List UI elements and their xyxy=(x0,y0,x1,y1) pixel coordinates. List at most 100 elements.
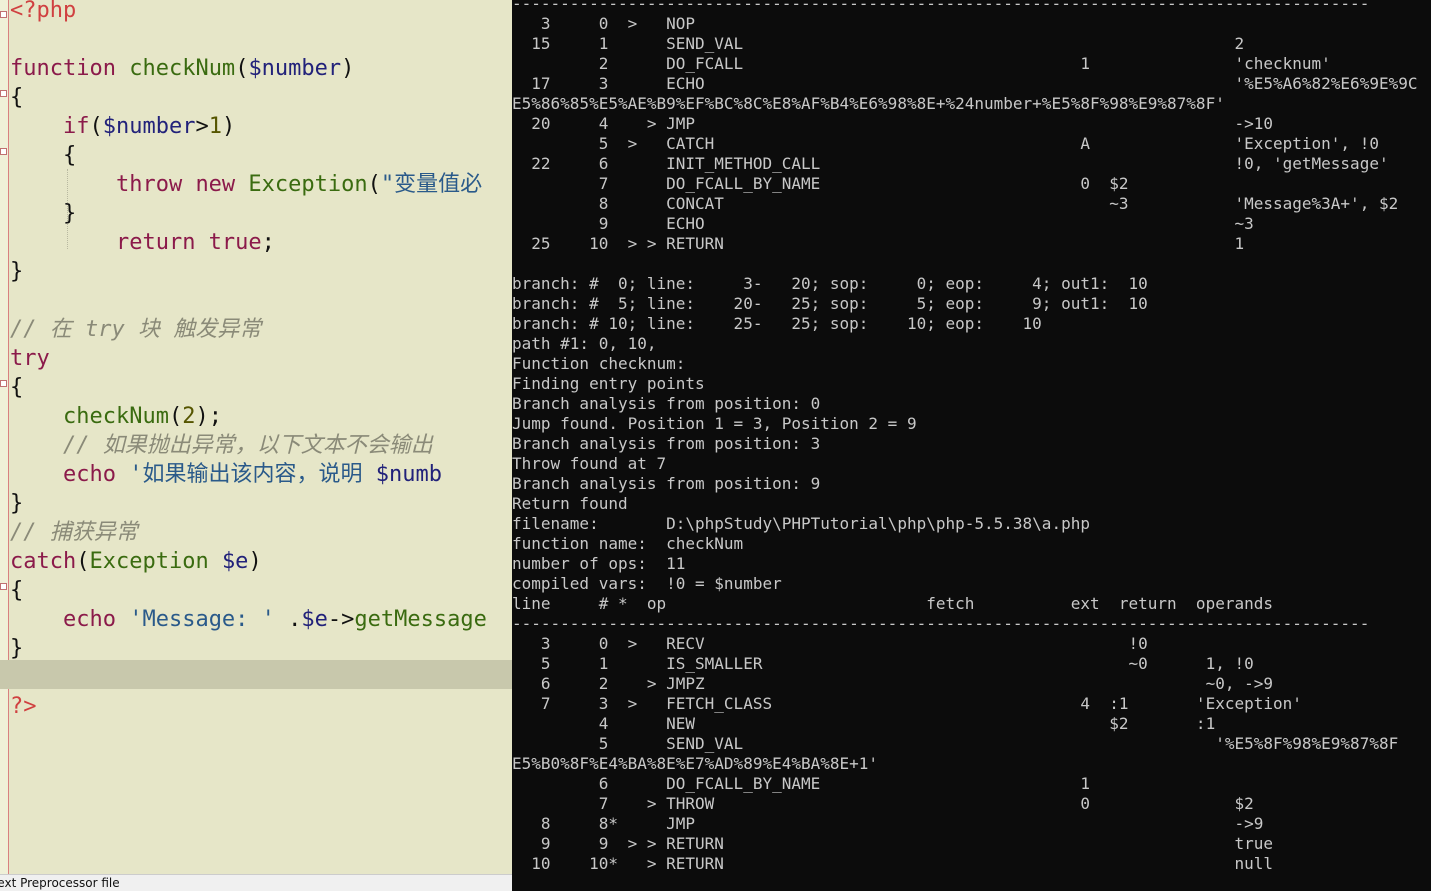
code-token: $e xyxy=(301,607,328,632)
code-token: function xyxy=(10,56,130,81)
terminal-line: 5 1 IS_SMALLER ~0 1, !0 xyxy=(512,654,1254,673)
code-token: -> xyxy=(327,607,355,632)
terminal-line: 3 0 > NOP xyxy=(512,14,696,33)
terminal-line: 2 DO_FCALL 1 'checknum' xyxy=(512,54,1331,73)
code-line: // 捕获异常 xyxy=(10,518,138,547)
terminal-line: 15 1 SEND_VAL 2 xyxy=(512,34,1245,53)
terminal-line: Branch analysis from position: 3 xyxy=(512,434,821,453)
code-line: { xyxy=(10,576,23,605)
code-token: ) xyxy=(221,114,236,139)
terminal-line: 7 3 > FETCH_CLASS 4 :1 'Exception' xyxy=(512,694,1302,713)
code-line: } xyxy=(10,489,23,518)
code-token: ( xyxy=(235,56,249,81)
terminal-line: 6 DO_FCALL_BY_NAME 1 xyxy=(512,774,1090,793)
code-token: ) xyxy=(248,549,262,574)
code-line: throw new Exception("变量值必 xyxy=(10,170,482,199)
terminal-line: branch: # 10; line: 25- 25; sop: 10; eop… xyxy=(512,314,1042,333)
code-token: // 捕获异常 xyxy=(10,520,138,545)
code-token: Exception xyxy=(89,549,222,574)
code-token: checkNum xyxy=(129,56,236,81)
terminal-line: 5 > CATCH A 'Exception', !0 xyxy=(512,134,1379,153)
terminal-line: 6 2 > JMPZ ~0, ->9 xyxy=(512,674,1273,693)
terminal-line: ----------------------------------------… xyxy=(512,0,1370,13)
code-token: echo xyxy=(62,462,130,487)
terminal-line: 4 NEW $2 :1 xyxy=(512,714,1216,733)
code-token: <?php xyxy=(10,0,77,23)
terminal-line: E5%86%85%E5%AE%B9%EF%BC%8C%E8%AF%B4%E6%9… xyxy=(512,94,1225,113)
code-token: { xyxy=(10,578,24,603)
terminal-line: 17 3 ECHO '%E5%A6%82%E6%9E%9C xyxy=(512,74,1418,93)
code-token: $numb xyxy=(375,462,442,487)
terminal-window[interactable]: ----------------------------------------… xyxy=(512,0,1431,891)
code-token: ( xyxy=(76,549,90,574)
code-line: } xyxy=(10,634,23,663)
code-line: // 在 try 块 触发异常 xyxy=(10,315,261,344)
terminal-line: 9 ECHO ~3 xyxy=(512,214,1254,233)
current-line-highlight xyxy=(0,660,512,689)
terminal-line: 25 10 > > RETURN 1 xyxy=(512,234,1245,253)
fold-marker[interactable] xyxy=(0,380,7,387)
code-token: catch xyxy=(10,549,77,574)
code-token: } xyxy=(10,491,24,516)
code-token: 'Message: ' xyxy=(129,607,275,632)
terminal-line: Branch analysis from position: 9 xyxy=(512,474,821,493)
terminal-line: 3 0 > RECV !0 xyxy=(512,634,1148,653)
code-token: ) xyxy=(341,56,355,81)
code-line: if($number>1) xyxy=(10,112,235,141)
terminal-line: Throw found at 7 xyxy=(512,454,667,473)
code-editor[interactable]: <?php function checkNum($number){ if($num… xyxy=(0,0,512,891)
terminal-line: compiled vars: !0 = $number xyxy=(512,574,782,593)
code-line: checkNum(2); xyxy=(10,402,222,431)
code-token: getMessage xyxy=(354,607,487,632)
code-token: Exception xyxy=(248,172,368,197)
code-token: try xyxy=(10,346,50,371)
code-token: > xyxy=(195,114,209,139)
code-line: { xyxy=(10,83,23,112)
code-token: // 在 try 块 触发异常 xyxy=(10,317,262,342)
code-line: // 如果抛出异常，以下文本不会输出 xyxy=(10,431,433,460)
terminal-line: number of ops: 11 xyxy=(512,554,686,573)
code-token: if xyxy=(62,114,90,139)
code-token: } xyxy=(10,636,24,661)
terminal-line: 22 6 INIT_METHOD_CALL !0, 'getMessage' xyxy=(512,154,1389,173)
code-token: 1 xyxy=(208,114,222,139)
code-token: ( xyxy=(367,172,381,197)
code-line: ?> xyxy=(10,692,37,721)
code-line: } xyxy=(10,257,23,286)
code-token: ); xyxy=(195,404,222,429)
code-token: } xyxy=(10,259,24,284)
code-line: echo 'Message: ' .$e->getMessage xyxy=(10,605,487,634)
terminal-line: 20 4 > JMP ->10 xyxy=(512,114,1273,133)
fold-marker[interactable] xyxy=(0,90,7,97)
terminal-line: 10 10* > RETURN null xyxy=(512,854,1273,873)
terminal-line: branch: # 5; line: 20- 25; sop: 5; eop: … xyxy=(512,294,1148,313)
code-token: { xyxy=(10,85,24,110)
code-token: ?> xyxy=(10,694,37,719)
terminal-line: Finding entry points xyxy=(512,374,705,393)
fold-marker[interactable] xyxy=(0,11,7,18)
terminal-line: 7 > THROW 0 $2 xyxy=(512,794,1254,813)
fold-marker[interactable] xyxy=(0,583,7,590)
change-bar xyxy=(8,0,9,874)
terminal-line: 8 CONCAT ~3 'Message%3A+', $2 xyxy=(512,194,1399,213)
terminal-line: ----------------------------------------… xyxy=(512,614,1370,633)
code-line: try xyxy=(10,344,50,373)
code-token: { xyxy=(10,375,24,400)
code-token: throw new xyxy=(115,172,249,197)
code-token: . xyxy=(274,607,302,632)
code-line: echo '如果输出该内容，说明 $numb xyxy=(10,460,442,489)
code-line: function checkNum($number) xyxy=(10,54,354,83)
code-token: 2 xyxy=(182,404,196,429)
code-line: { xyxy=(10,373,23,402)
code-token: checkNum xyxy=(62,404,169,429)
terminal-line: branch: # 0; line: 3- 20; sop: 0; eop: 4… xyxy=(512,274,1148,293)
code-token: } xyxy=(10,201,77,226)
code-token: { xyxy=(10,143,77,168)
fold-marker[interactable] xyxy=(0,148,7,155)
terminal-line: line # * op fetch ext return operands xyxy=(512,594,1273,613)
code-token: return true xyxy=(115,230,262,255)
